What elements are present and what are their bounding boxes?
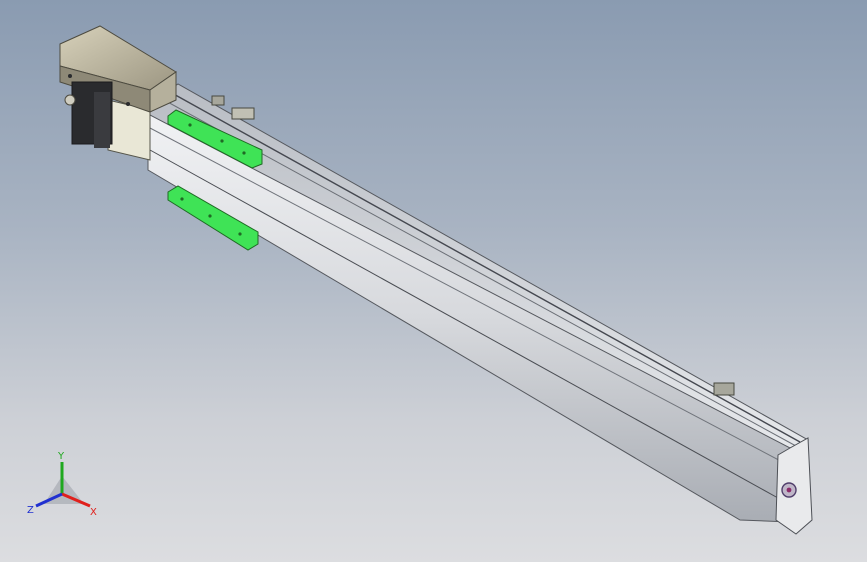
rail-side-face xyxy=(147,111,791,523)
carriage-bolt xyxy=(220,139,224,143)
triad-z-label: Z xyxy=(27,505,34,516)
motor-flange xyxy=(94,92,110,148)
3d-graphics-viewport[interactable]: Y X Z xyxy=(0,0,867,562)
axis-triad[interactable]: Y X Z xyxy=(22,448,106,522)
triad-x-label: X xyxy=(90,507,97,518)
triad-y-label: Y xyxy=(57,451,65,462)
rail-groove-line xyxy=(149,149,779,499)
rail-slot-1 xyxy=(169,91,801,443)
linear-module-model[interactable] xyxy=(0,0,867,562)
motor-connector xyxy=(64,94,76,106)
motor-bolt xyxy=(126,102,130,106)
carriage-bolt xyxy=(188,123,192,127)
mount-bolt xyxy=(180,197,184,201)
carriage-bolt xyxy=(242,151,246,155)
rail-top-face xyxy=(147,83,810,449)
motor-bolt xyxy=(68,74,72,78)
rail-edge-line xyxy=(149,127,791,467)
limit-sensor-far[interactable] xyxy=(713,382,735,396)
end-cap-bolt-center xyxy=(786,487,792,493)
mount-bolt xyxy=(208,214,212,218)
mount-bolt xyxy=(238,232,242,236)
